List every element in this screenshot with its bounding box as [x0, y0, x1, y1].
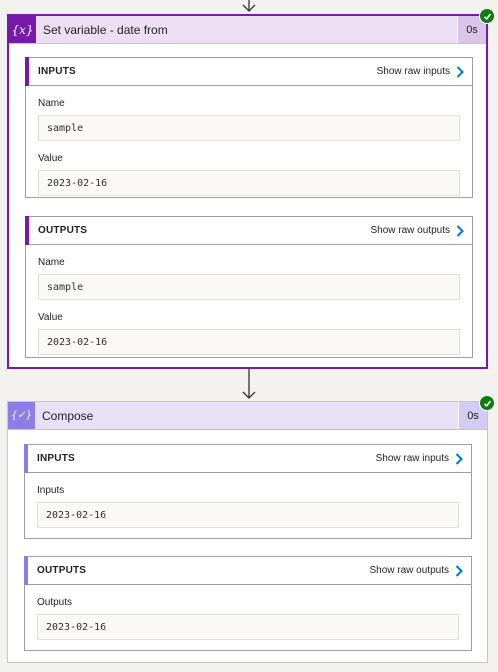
inputs-section: INPUTS Show raw inputs Inputs 2023-02-16 [24, 444, 472, 539]
chevron-right-icon [456, 224, 464, 237]
inputs-label: Inputs [37, 485, 65, 496]
outputs-heading: OUTPUTS [37, 565, 87, 576]
name-value: sample [38, 115, 460, 141]
compose-icon: {✓} [8, 402, 35, 429]
show-raw-outputs-link[interactable]: Show raw outputs [369, 564, 464, 577]
set-variable-action-card[interactable]: {x} Set variable - date from 0s INPUTS S… [7, 14, 488, 369]
show-raw-outputs-label: Show raw outputs [369, 565, 450, 576]
inputs-section: INPUTS Show raw inputs Name sample Value… [25, 57, 473, 198]
outputs-heading: OUTPUTS [38, 225, 88, 236]
section-accent [24, 556, 28, 585]
name-value: sample [38, 274, 460, 300]
chevron-right-icon [455, 452, 463, 465]
outputs-header: OUTPUTS Show raw outputs [25, 216, 472, 245]
name-label: Name [38, 257, 65, 268]
section-accent [25, 216, 29, 245]
show-raw-inputs-link[interactable]: Show raw inputs [375, 452, 463, 465]
outputs-section: OUTPUTS Show raw outputs Name sample Val… [25, 216, 473, 358]
action-title: Set variable - date from [43, 22, 168, 37]
inputs-value: 2023-02-16 [37, 502, 459, 528]
inputs-header: INPUTS Show raw inputs [25, 57, 472, 86]
outputs-section: OUTPUTS Show raw outputs Outputs 2023-02… [24, 556, 472, 651]
show-raw-inputs-label: Show raw inputs [375, 453, 449, 464]
flow-arrow-top [240, 0, 258, 14]
inputs-heading: INPUTS [37, 453, 75, 464]
show-raw-inputs-link[interactable]: Show raw inputs [376, 65, 464, 78]
flow-arrow-middle [240, 369, 258, 400]
outputs-value: 2023-02-16 [37, 614, 459, 640]
success-check-icon [479, 395, 495, 411]
chevron-right-icon [456, 65, 464, 78]
value-value: 2023-02-16 [38, 329, 460, 355]
compose-action-card[interactable]: {✓} Compose 0s INPUTS Show raw inputs In… [7, 401, 488, 663]
variable-icon: {x} [9, 16, 36, 43]
outputs-header: OUTPUTS Show raw outputs [24, 556, 471, 585]
value-value: 2023-02-16 [38, 170, 460, 196]
compose-header[interactable]: {✓} Compose 0s [8, 402, 487, 430]
section-accent [24, 444, 28, 473]
set-variable-header[interactable]: {x} Set variable - date from 0s [9, 16, 486, 44]
success-check-icon [479, 8, 495, 24]
show-raw-inputs-label: Show raw inputs [376, 66, 450, 77]
inputs-heading: INPUTS [38, 66, 76, 77]
section-accent [25, 57, 29, 86]
name-label: Name [38, 98, 65, 109]
value-label: Value [38, 153, 63, 164]
action-title: Compose [42, 408, 94, 423]
show-raw-outputs-label: Show raw outputs [370, 225, 451, 236]
outputs-label: Outputs [37, 597, 73, 608]
chevron-right-icon [455, 564, 463, 577]
arrow-down-icon [242, 0, 256, 12]
value-label: Value [38, 312, 63, 323]
inputs-header: INPUTS Show raw inputs [24, 444, 471, 473]
arrow-down-icon [242, 369, 256, 399]
show-raw-outputs-link[interactable]: Show raw outputs [370, 224, 465, 237]
